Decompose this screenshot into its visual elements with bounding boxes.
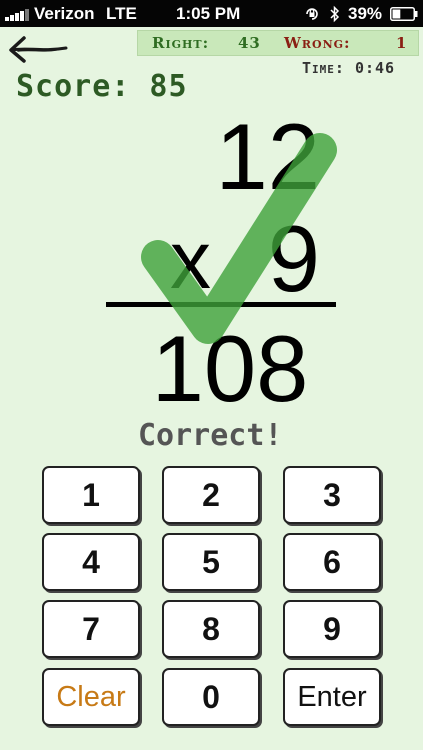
bluetooth-icon	[330, 5, 340, 23]
network-type: LTE	[106, 4, 137, 23]
key-7[interactable]: 7	[42, 600, 140, 658]
key-3[interactable]: 3	[283, 466, 381, 524]
timer: Time: 0:46	[302, 59, 396, 77]
score: Score: 85	[16, 69, 188, 104]
checkmark-icon	[141, 133, 337, 344]
clear-button[interactable]: Clear	[42, 668, 140, 726]
status-bar: Verizon LTE 1:05 PM 39%	[0, 0, 423, 27]
status-time: 1:05 PM	[176, 4, 241, 23]
key-0[interactable]: 0	[162, 668, 260, 726]
right-wrong-tally: Right: 43 Wrong: 1	[137, 30, 419, 56]
battery-percent: 39%	[348, 4, 383, 23]
enter-button[interactable]: Enter	[283, 668, 381, 726]
rotation-lock-icon	[306, 8, 318, 20]
battery-icon	[390, 7, 418, 21]
key-9[interactable]: 9	[283, 600, 381, 658]
carrier-name: Verizon	[34, 4, 95, 23]
wrong-label: Wrong:	[284, 34, 351, 52]
key-8[interactable]: 8	[162, 600, 260, 658]
right-count: 43	[238, 34, 261, 52]
key-5[interactable]: 5	[162, 533, 260, 591]
key-6[interactable]: 6	[283, 533, 381, 591]
right-label: Right:	[152, 34, 210, 52]
key-2[interactable]: 2	[162, 466, 260, 524]
key-1[interactable]: 1	[42, 466, 140, 524]
signal-bars-icon	[5, 9, 29, 21]
back-arrow-icon[interactable]	[8, 34, 68, 64]
feedback-message: Correct!	[138, 418, 283, 453]
key-4[interactable]: 4	[42, 533, 140, 591]
wrong-count: 1	[396, 34, 408, 52]
